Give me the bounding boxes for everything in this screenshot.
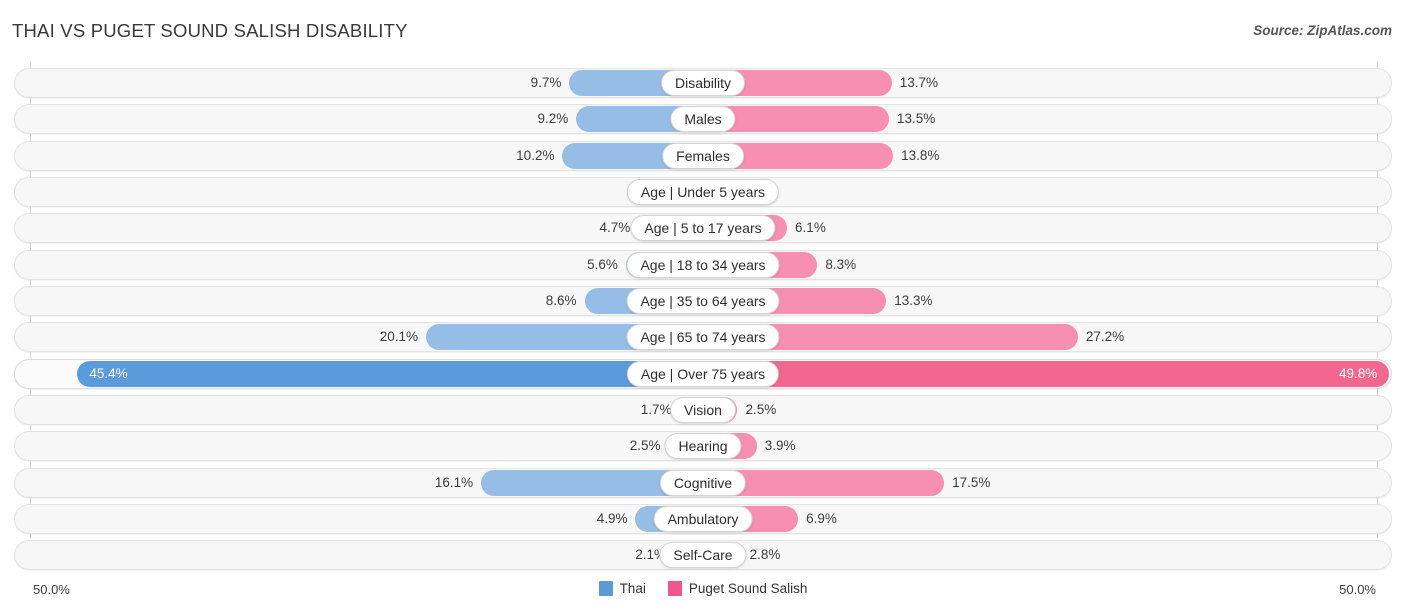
chart-legend: Thai Puget Sound Salish [0,581,1406,596]
value-label-right: 3.9% [764,438,796,454]
value-label-left: 5.6% [587,256,618,272]
value-label-left: 9.7% [530,75,562,90]
chart-row: 1.1%0.97%Age | Under 5 years [14,176,1392,207]
row-category-label[interactable]: Age | 35 to 64 years [626,287,780,314]
row-category-label[interactable]: Age | 18 to 34 years [626,251,780,278]
value-label-right: 13.8% [901,147,940,163]
chart-row: 4.7% 6.1% Age | 5 to 17 years [14,213,1392,244]
legend-item[interactable]: Thai [598,581,646,596]
chart-row: 2.1% 2.8% Self-Care [14,540,1392,571]
chart-row: 20.1% 27.2% Age | 65 to 74 years [14,322,1392,353]
legend-item[interactable]: Puget Sound Salish [667,581,808,596]
diverging-bar-chart: 9.7% 13.7% Disability 9.2% 13.5% Males 10.2% 13… [0,62,1406,574]
row-category-label[interactable]: Age | 65 to 74 years [626,324,780,351]
value-label-right: 27.2% [1085,329,1125,345]
chart-row: 5.6% 8.3% Age | 18 to 34 years [14,249,1392,280]
row-category-label[interactable]: Cognitive [659,469,747,496]
value-label-right: 2.5% [745,401,777,417]
value-label-left: 4.7% [599,220,631,236]
value-label-left: 8.6% [545,292,577,308]
row-category-label[interactable]: Age | 5 to 17 years [630,215,776,242]
value-label-right: 13.3% [894,292,933,308]
row-category-label[interactable]: Males [670,106,736,133]
value-label-left: 10.2% [516,147,555,163]
legend-label: Thai [619,581,646,596]
chart-row: 8.6% 13.3% Age | 35 to 64 years [14,285,1392,316]
value-label-right: 49.8% [1338,365,1378,381]
bar-right-puget-sound-salish [703,360,1390,387]
legend-swatch-icon [598,581,613,596]
value-label-right: 8.3% [825,256,857,272]
value-label-right: 2.8% [749,547,781,563]
value-label-right: 6.9% [806,510,837,526]
page-title: THAI VS PUGET SOUND SALISH DISABILITY [12,20,408,41]
value-label-right: 17.5% [952,474,991,490]
row-category-label[interactable]: Age | Under 5 years [626,178,780,205]
bar-left-thai [77,360,703,387]
value-label-right: 13.5% [897,111,936,127]
value-label-left: 45.4% [89,365,128,381]
legend-label: Puget Sound Salish [688,581,808,596]
row-category-label[interactable]: Self-Care [659,542,747,569]
chart-header: THAI VS PUGET SOUND SALISH DISABILITY So… [0,0,1406,62]
source-attribution: Source: ZipAtlas.com [1253,23,1392,38]
row-category-label[interactable]: Ambulatory [653,505,753,532]
row-category-label[interactable]: Age | Over 75 years [626,360,780,387]
chart-row: 16.1% 17.5% Cognitive [14,467,1392,498]
value-label-right: 6.1% [795,220,826,236]
row-category-label[interactable]: Vision [670,396,736,423]
chart-row: 10.2% 13.8% Females [14,140,1392,171]
value-label-right: 13.7% [899,75,939,90]
value-label-left: 9.2% [537,111,569,127]
value-label-left: 1.7% [640,401,672,417]
chart-row: 9.2% 13.5% Males [14,104,1392,135]
value-label-left: 2.5% [629,438,661,454]
value-label-left: 4.9% [596,510,628,526]
chart-row: 4.9% 6.9% Ambulatory [14,503,1392,534]
chart-row: 1.7% 2.5% Vision [14,394,1392,425]
chart-row: 2.5% 3.9% Hearing [14,431,1392,462]
row-category-label[interactable]: Disability [660,70,746,96]
value-label-left: 16.1% [434,474,474,490]
chart-page: THAI VS PUGET SOUND SALISH DISABILITY So… [0,0,1406,612]
chart-row: 9.7% 13.7% Disability [14,68,1392,98]
chart-row: 45.4% 49.8% Age | Over 75 years [14,358,1392,389]
legend-swatch-icon [667,581,682,596]
chart-footer: 50.0% 50.0% Thai Puget Sound Salish [0,574,1406,612]
row-category-label[interactable]: Hearing [664,433,742,460]
row-category-label[interactable]: Females [662,142,744,169]
value-label-left: 20.1% [379,329,419,345]
